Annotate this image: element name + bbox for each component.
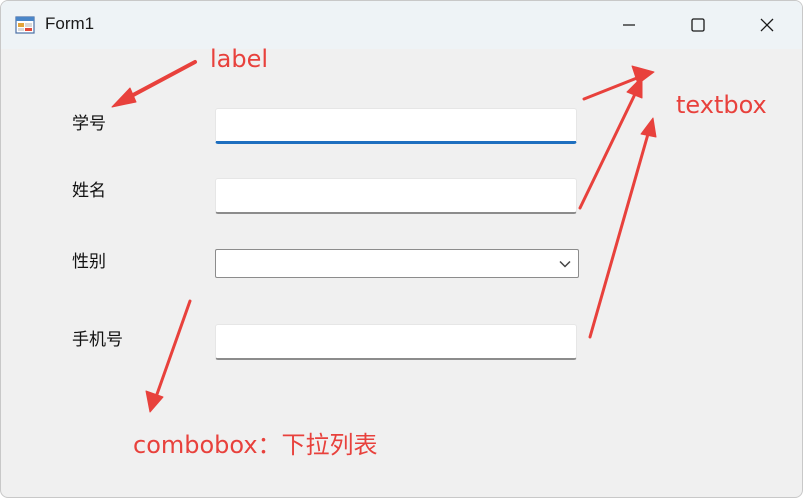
chevron-down-icon[interactable] [558, 257, 572, 271]
close-button[interactable] [732, 1, 802, 49]
annotation-combobox-text: combobox：下拉列表 [133, 431, 378, 459]
close-icon [760, 18, 774, 32]
annotation-textbox-text: textbox [676, 91, 767, 119]
minimize-icon [623, 24, 635, 26]
minimize-button[interactable] [594, 1, 664, 49]
student-id-label: 学号 [72, 114, 106, 134]
name-textbox[interactable] [215, 178, 577, 214]
student-id-textbox[interactable] [215, 108, 577, 144]
gender-combobox[interactable] [215, 249, 579, 278]
form-app-icon [15, 16, 35, 34]
form-window: Form1 学号 姓名 性别 手机号 label textbox combobo… [0, 0, 803, 498]
gender-label: 性别 [72, 252, 106, 272]
maximize-icon [691, 18, 705, 32]
phone-label: 手机号 [72, 330, 123, 350]
name-label: 姓名 [72, 181, 106, 201]
maximize-button[interactable] [663, 1, 733, 49]
phone-textbox[interactable] [215, 324, 577, 360]
annotation-label-text: label [210, 45, 269, 73]
window-title: Form1 [45, 14, 95, 33]
title-bar[interactable]: Form1 [1, 1, 802, 49]
